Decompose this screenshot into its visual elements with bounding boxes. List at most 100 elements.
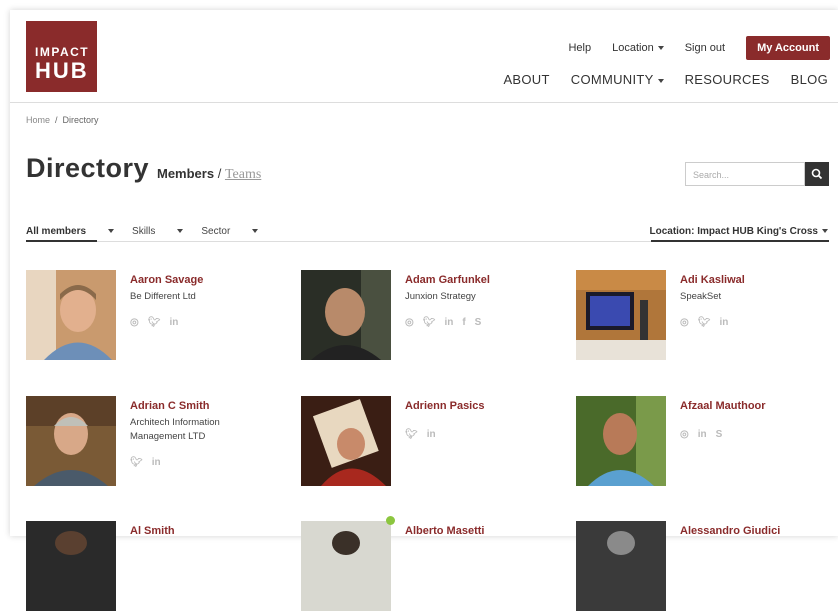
search-icon <box>811 168 823 180</box>
linkedin-icon[interactable]: in <box>152 457 161 468</box>
location-underline <box>651 240 829 242</box>
nav-resources[interactable]: RESOURCES <box>685 72 770 87</box>
chevron-down-icon <box>657 78 664 83</box>
member-photo[interactable] <box>576 270 666 360</box>
skype-icon[interactable]: S <box>475 317 482 328</box>
twitter-icon[interactable]: 🐦︎ <box>148 317 161 328</box>
member-photo[interactable] <box>26 521 116 611</box>
skype-icon[interactable]: S <box>716 429 723 440</box>
social-links: 🐦︎ in <box>130 457 161 468</box>
location-label: Location <box>612 42 654 54</box>
chevron-down-icon <box>822 229 828 234</box>
member-name[interactable]: Adrian C Smith <box>130 400 209 412</box>
member-name[interactable]: Afzaal Mauthoor <box>680 400 766 412</box>
header-divider <box>10 102 838 103</box>
member-photo[interactable] <box>301 396 391 486</box>
member-photo[interactable] <box>576 521 666 611</box>
search-input[interactable]: Search... <box>685 162 805 186</box>
linkedin-icon[interactable]: in <box>719 317 728 328</box>
globe-icon[interactable]: ◎ <box>130 317 139 328</box>
tab-members[interactable]: Members <box>157 166 214 181</box>
member-company: Architech Information Management LTD <box>130 417 220 442</box>
location-dropdown[interactable]: Location <box>612 42 664 54</box>
member-name[interactable]: Adrienn Pasics <box>405 400 484 412</box>
sign-out-link[interactable]: Sign out <box>685 42 725 54</box>
filter-skills[interactable]: Skills <box>132 226 184 237</box>
member-photo[interactable] <box>26 270 116 360</box>
chevron-down-icon <box>252 229 259 234</box>
directory-tabs: Members / Teams <box>157 166 261 183</box>
social-links: ◎ 🐦︎ in <box>680 317 728 328</box>
member-card[interactable]: Adam Garfunkel Junxion Strategy ◎ 🐦︎ in f S <box>301 270 561 362</box>
location-filter-label: Location: Impact HUB King's Cross <box>649 226 818 237</box>
member-name[interactable]: Alessandro Giudici <box>680 525 780 537</box>
social-links: 🐦︎ in <box>405 429 436 440</box>
nav-community-label: COMMUNITY <box>570 72 654 87</box>
member-name[interactable]: Adi Kasliwal <box>680 274 745 286</box>
twitter-icon[interactable]: 🐦︎ <box>405 429 418 440</box>
member-name[interactable]: Alberto Masetti <box>405 525 484 537</box>
my-account-button[interactable]: My Account <box>746 36 830 60</box>
social-links: ◎ in S <box>680 429 722 440</box>
globe-icon[interactable]: ◎ <box>680 429 689 440</box>
member-card[interactable]: Adrian C Smith Architech Information Man… <box>26 396 286 488</box>
nav-community[interactable]: COMMUNITY <box>571 72 664 87</box>
filter-all-members-label: All members <box>26 226 87 237</box>
facebook-icon[interactable]: f <box>462 317 465 328</box>
globe-icon[interactable]: ◎ <box>405 317 414 328</box>
member-card[interactable]: Al Smith <box>26 521 286 613</box>
member-card[interactable]: Alessandro Giudici <box>576 521 836 613</box>
member-company: Junxion Strategy <box>405 291 476 302</box>
logo-line2: HUB <box>35 58 89 83</box>
member-name[interactable]: Al Smith <box>130 525 175 537</box>
member-company: SpeakSet <box>680 291 722 302</box>
member-card[interactable]: Adi Kasliwal SpeakSet ◎ 🐦︎ in <box>576 270 836 362</box>
member-photo[interactable] <box>301 270 391 360</box>
location-filter[interactable]: Location: Impact HUB King's Cross <box>649 226 828 237</box>
nav-blog[interactable]: BLOG <box>791 72 828 87</box>
main-nav: ABOUT COMMUNITY RESOURCES BLOG <box>482 72 828 87</box>
breadcrumb: Home / Directory <box>26 115 99 125</box>
active-filter-underline <box>26 240 97 242</box>
linkedin-icon[interactable]: in <box>444 317 453 328</box>
filter-bar: All members Skills Sector <box>26 226 276 237</box>
tab-separator: / <box>217 166 222 181</box>
filter-skills-label: Skills <box>132 226 156 237</box>
search-button[interactable] <box>805 162 829 186</box>
breadcrumb-separator: / <box>55 115 58 125</box>
filter-sector[interactable]: Sector <box>201 226 259 237</box>
filter-all-members[interactable]: All members <box>26 226 115 237</box>
member-card[interactable]: Aaron Savage Be Different Ltd ◎ 🐦︎ in <box>26 270 286 362</box>
tab-teams[interactable]: Teams <box>225 167 261 182</box>
member-name[interactable]: Aaron Savage <box>130 274 203 286</box>
linkedin-icon[interactable]: in <box>698 429 707 440</box>
logo-line1: IMPACT <box>35 45 90 59</box>
impact-hub-logo[interactable]: IMPACT HUB <box>26 21 97 92</box>
twitter-icon[interactable]: 🐦︎ <box>130 457 143 468</box>
member-card[interactable]: Adrienn Pasics 🐦︎ in <box>301 396 561 488</box>
twitter-icon[interactable]: 🐦︎ <box>423 317 436 328</box>
member-card[interactable]: Afzaal Mauthoor ◎ in S <box>576 396 836 488</box>
member-name[interactable]: Adam Garfunkel <box>405 274 490 286</box>
help-link[interactable]: Help <box>568 42 591 54</box>
linkedin-icon[interactable]: in <box>169 317 178 328</box>
breadcrumb-home[interactable]: Home <box>26 115 50 125</box>
member-card[interactable]: Alberto Masetti <box>301 516 561 613</box>
chevron-down-icon <box>657 46 664 51</box>
nav-about[interactable]: ABOUT <box>503 72 549 87</box>
top-nav: Help Location Sign out My Account <box>568 36 830 60</box>
page-frame: IMPACT HUB Help Location Sign out My Acc… <box>10 10 838 611</box>
filter-sector-label: Sector <box>201 226 231 237</box>
social-links: ◎ 🐦︎ in f S <box>405 317 481 328</box>
linkedin-icon[interactable]: in <box>427 429 436 440</box>
breadcrumb-current: Directory <box>62 115 99 125</box>
online-status-dot <box>386 516 395 525</box>
social-links: ◎ 🐦︎ in <box>130 317 178 328</box>
member-photo[interactable] <box>301 521 391 611</box>
member-photo[interactable] <box>576 396 666 486</box>
twitter-icon[interactable]: 🐦︎ <box>698 317 711 328</box>
chevron-down-icon <box>177 229 184 234</box>
globe-icon[interactable]: ◎ <box>680 317 689 328</box>
member-company: Be Different Ltd <box>130 291 196 302</box>
member-photo[interactable] <box>26 396 116 486</box>
